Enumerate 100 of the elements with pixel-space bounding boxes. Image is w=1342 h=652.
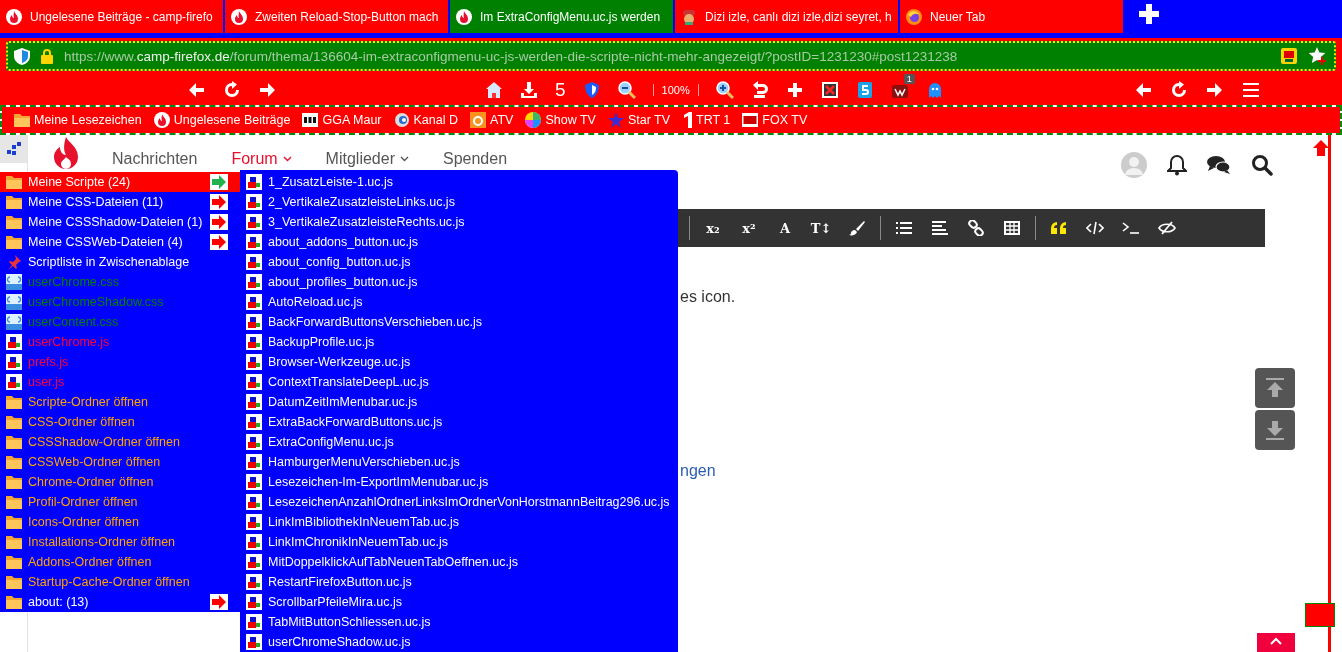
menu-icon[interactable] [1242,80,1260,99]
address-bar[interactable]: https://www.camp-firefox.de/forum/thema/136604-im-extraconfigmenu-uc-js-werden-die-scripte-nicht-mehr-angezeigt/?postID=1231230#post1231238 [6,41,1336,71]
browser-tab[interactable]: Dizi izle, canlı dizi izle,dizi seyret, h [675,0,898,33]
menu-item[interactable]: Icons-Ordner öffnen [0,512,240,532]
format-button[interactable]: T↕ [803,213,839,243]
folder-icon [6,395,22,409]
menu-item[interactable]: HamburgerMenuVerschieben.uc.js [240,452,678,472]
chat-icon[interactable] [1207,155,1231,175]
menu-item[interactable]: Scriptliste in Zwischenablage [0,252,240,272]
close-box-icon[interactable] [820,80,839,99]
menu-item[interactable]: LesezeichenAnzahlOrdnerLinksImOrdnerVonHorstmannBeitrag296.uc.js [240,492,678,512]
scroll-top-arrow-icon[interactable] [1313,140,1329,156]
home-icon[interactable] [485,80,503,99]
menu-item[interactable]: ExtraConfigMenu.uc.js [240,432,678,452]
bookmark-item[interactable]: Meine Lesezeichen [14,113,142,127]
menu-item[interactable]: Addons-Ordner öffnen [0,552,240,572]
menu-item[interactable]: LinkImChronikInNeuemTab.uc.js [240,532,678,552]
menu-item[interactable]: Installations-Ordner öffnen [0,532,240,552]
menu-item[interactable]: Startup-Cache-Ordner öffnen [0,572,240,592]
scroll-to-top-button[interactable] [1255,368,1295,408]
browser-tab[interactable]: Im ExtraConfigMenu.uc.js werden [450,0,673,33]
reload-icon[interactable] [1170,80,1188,99]
forward-arrow-icon[interactable] [259,80,277,99]
zoom-level-text[interactable]: 100% [652,83,699,96]
menu-item[interactable]: Meine CSSShadow-Dateien (1) [0,212,240,232]
forward-arrow-icon[interactable] [1206,80,1224,99]
menu-item[interactable]: Meine CSS-Dateien (11) [0,192,240,212]
bookmark-item[interactable]: GGA Maur [302,113,382,127]
bookmark-item[interactable]: FOX TV [742,113,808,127]
bookmark-item[interactable]: Star TV [607,112,671,128]
notification-bell-icon[interactable] [1167,154,1187,176]
menu-item[interactable]: Profil-Ordner öffnen [0,492,240,512]
menu-item[interactable]: Lesezeichen-Im-ExportImMenubar.uc.js [240,472,678,492]
folder-icon [6,215,22,229]
browser-tab[interactable]: Ungelesene Beiträge - camp-firefo [0,0,223,33]
shield-icon[interactable] [582,80,601,99]
shield-icon[interactable] [14,47,30,65]
menu-item[interactable]: MitDoppelklickAufTabNeuenTabOeffnen.uc.js [240,552,678,572]
scroll-to-bottom-button[interactable] [1255,410,1295,450]
menu-item[interactable]: DatumZeitImMenubar.uc.js [240,392,678,412]
script-file-icon [246,374,262,390]
list-icon [896,221,912,235]
bookmark-item[interactable]: ATV [470,112,514,128]
bookmark-item[interactable]: TRT 1 [682,112,731,128]
menu-item[interactable]: userChromeShadow.uc.js [240,632,678,652]
counter-text[interactable]: 5 [555,78,566,101]
menu-item[interactable]: ContextTranslateDeepL.uc.js [240,372,678,392]
bookmark-item[interactable]: Show TV [525,112,596,128]
menu-item[interactable]: Meine Scripte (24) [0,172,240,192]
flame-logo[interactable] [52,137,80,171]
sidebar-toggle[interactable] [0,135,27,163]
script-file-icon [246,474,262,490]
submenu-arrow-icon [210,594,228,610]
menu-item[interactable]: ScrollbarPfeileMira.uc.js [240,592,678,612]
new-tab-plus-icon[interactable] [1139,4,1159,24]
menu-item[interactable]: about_addons_button.uc.js [240,232,678,252]
menu-item[interactable]: about: (13) [0,592,240,612]
menu-item[interactable]: Browser-Werkzeuge.uc.js [240,352,678,372]
nav-link[interactable]: Forum [231,150,292,168]
zoom-in-icon[interactable] [715,80,734,99]
flame-icon [153,112,170,128]
menu-item[interactable]: 1_ZusatzLeiste-1.uc.js [240,172,678,192]
menu-item[interactable]: Chrome-Ordner öffnen [0,472,240,492]
menu-item[interactable]: AutoReload.uc.js [240,292,678,312]
bookmark-item[interactable]: Ungelesene Beiträge [153,112,291,128]
download-icon[interactable] [520,80,538,99]
menu-item[interactable]: CSSShadow-Ordner öffnen [0,432,240,452]
search-icon[interactable] [1251,154,1273,176]
menu-item[interactable]: LinkImBibliothekInNeuemTab.uc.js [240,512,678,532]
menu-item[interactable]: CSS-Ordner öffnen [0,412,240,432]
back-to-top-button[interactable] [1257,633,1295,652]
format-button[interactable]: x₂ [695,213,731,243]
bookmark-item[interactable]: Kanal D [393,112,458,128]
menu-item[interactable]: Scripte-Ordner öffnen [0,392,240,412]
browser-tab[interactable]: Zweiten Reload-Stop-Button mach [225,0,448,33]
menu-item[interactable]: ExtraBackForwardButtons.uc.js [240,412,678,432]
nav-link[interactable]: Nachrichten [112,150,198,168]
bookmark-star-icon[interactable] [1308,46,1328,66]
menu-item[interactable]: BackupProfile.uc.js [240,332,678,352]
nav-link[interactable]: Spenden [442,150,508,168]
zoom-out-icon[interactable] [617,80,636,99]
menu-item[interactable]: TabMitButtonSchliessen.uc.js [240,612,678,632]
browser-tab[interactable]: Neuer Tab [900,0,1123,33]
reload-icon[interactable] [223,80,241,99]
extension-icon[interactable] [1280,47,1298,65]
menu-item[interactable]: BackForwardButtonsVerschieben.uc.js [240,312,678,332]
menu-item[interactable]: CSSWeb-Ordner öffnen [0,452,240,472]
menu-item[interactable]: RestartFirefoxButton.uc.js [240,572,678,592]
post-link[interactable]: ngen [680,461,716,481]
plus-icon[interactable] [785,80,804,99]
format-button[interactable]: A [767,213,803,243]
nav-link[interactable]: Mitglieder [325,150,409,168]
menu-item[interactable]: 2_VertikaleZusatzleisteLinks.uc.js [240,192,678,212]
menu-item[interactable]: Meine CSSWeb-Dateien (4) [0,232,240,252]
format-button[interactable]: x² [731,213,767,243]
menu-item[interactable]: about_config_button.uc.js [240,252,678,272]
menu-item[interactable]: about_profiles_button.uc.js [240,272,678,292]
lock-icon[interactable] [40,48,54,64]
menu-item[interactable]: 3_VertikaleZusatzleisteRechts.uc.js [240,212,678,232]
badge-icon[interactable] [855,80,874,99]
